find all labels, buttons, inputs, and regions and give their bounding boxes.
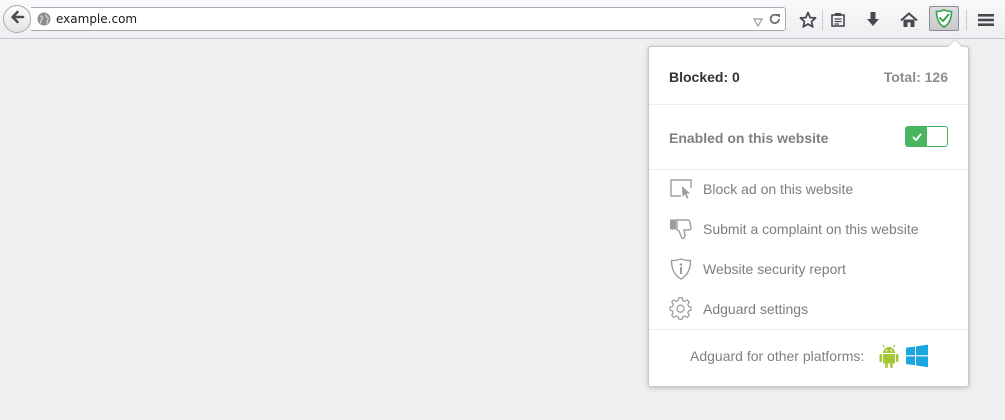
download-icon [867,12,879,26]
dropdown-icon[interactable] [752,14,764,32]
reading-list-icon [831,13,845,27]
hamburger-menu-icon [978,14,994,26]
menu-item-label: Block ad on this website [703,181,854,197]
enabled-toggle[interactable] [905,126,948,147]
menu-item-security-report[interactable]: Website security report [649,249,968,289]
menu-item-label: Submit a complaint on this website [703,221,919,237]
platforms-label: Adguard for other platforms: [690,348,865,364]
downloads-button[interactable] [862,9,884,31]
back-button[interactable] [3,5,31,33]
total-count: Total: 126 [883,69,948,85]
platforms-footer: Adguard for other platforms: [649,329,968,387]
adguard-shield-icon [935,9,953,28]
menu-item-settings[interactable]: Adguard settings [649,289,968,329]
enabled-row: Enabled on this website [649,104,968,170]
back-arrow-icon [9,10,25,29]
enabled-label: Enabled on this website [669,130,829,146]
url-text[interactable]: example.com [56,12,137,26]
security-shield-icon [669,257,693,281]
toggle-on-segment [906,127,927,146]
gear-icon [669,297,693,321]
stats-header: Blocked: 0 Total: 126 [649,47,968,105]
main-menu-button[interactable] [975,9,997,31]
home-icon [900,12,918,27]
windows-icon[interactable] [905,344,929,373]
home-button[interactable] [898,9,920,31]
blocked-count: Blocked: 0 [669,69,740,85]
bookmark-star-button[interactable] [797,9,819,31]
popup-arrow-inner [948,40,962,47]
adguard-popup: Blocked: 0 Total: 126 Enabled on this we… [648,46,969,387]
reading-list-button[interactable] [827,9,849,31]
menu-item-label: Adguard settings [703,301,809,317]
menu-item-label: Website security report [703,261,846,277]
globe-icon [37,12,51,31]
adguard-button[interactable] [929,6,959,31]
url-bar[interactable]: example.com [31,7,786,31]
toolbar-separator [966,10,967,30]
checkmark-icon [911,132,922,141]
android-icon[interactable] [878,344,900,374]
block-ad-icon [669,177,693,201]
browser-toolbar: example.com [0,0,1005,39]
reload-icon[interactable] [768,12,782,31]
menu-item-submit-complaint[interactable]: Submit a complaint on this website [649,209,968,249]
star-icon [799,11,817,28]
toolbar-separator [822,10,823,30]
thumbs-down-icon [669,217,693,241]
menu-item-block-ad[interactable]: Block ad on this website [649,169,968,209]
